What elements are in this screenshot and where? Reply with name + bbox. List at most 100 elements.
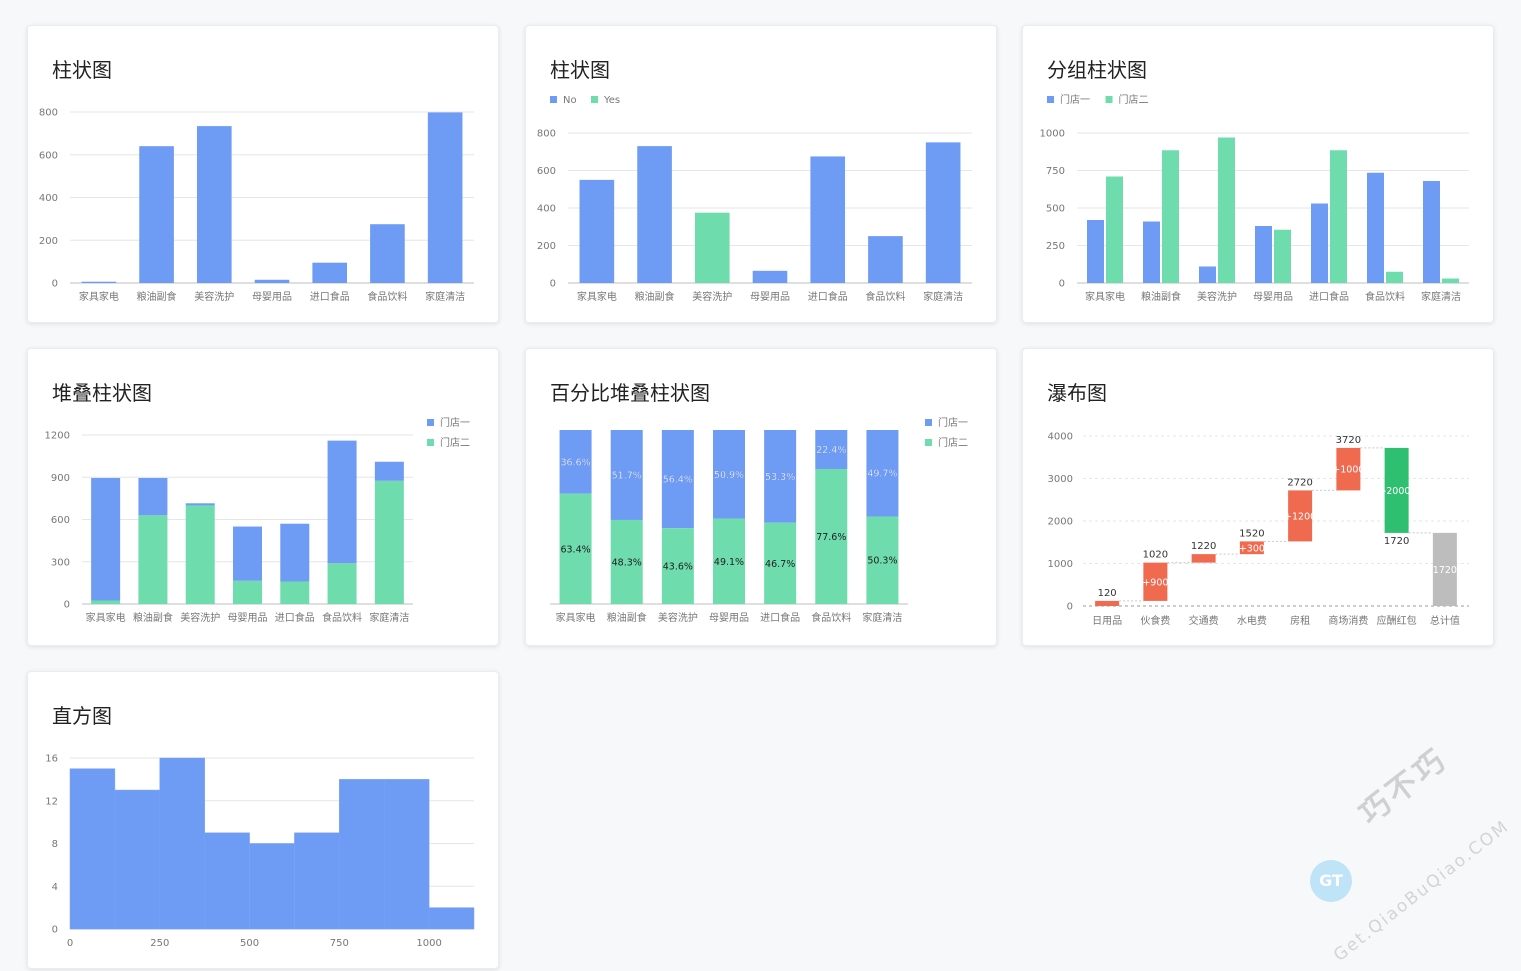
x-tick-label: 1000 — [416, 938, 441, 949]
bar — [370, 224, 405, 283]
x-tick-label: 粮油副食 — [137, 290, 177, 303]
x-tick-label: 250 — [150, 938, 169, 949]
waterfall-bar — [1095, 600, 1120, 606]
x-tick-label: 母婴用品 — [750, 291, 790, 303]
value-label: 120 — [1098, 588, 1117, 599]
x-tick-label: 美容洗护 — [658, 611, 698, 624]
data-label: 77.6% — [816, 532, 846, 543]
x-tick-label: 母婴用品 — [1253, 291, 1293, 303]
bar-segment — [280, 523, 310, 582]
x-tick-label: 进口食品 — [808, 290, 848, 303]
x-tick-label: 伙食费 — [1140, 614, 1170, 627]
bar — [1274, 229, 1291, 283]
y-tick-label: 1000 — [1040, 129, 1065, 140]
chart-card-stacked: 堆叠柱状图 门店一 门店二 0 300 600 900 1200 家具家电 粮油副食 美容洗护 母婴… — [27, 348, 499, 646]
legend-swatch — [1047, 96, 1054, 103]
delta-label: +300 — [1239, 543, 1265, 554]
bar — [1162, 150, 1179, 283]
legend-label: Yes — [603, 95, 620, 106]
value-label: 2720 — [1287, 477, 1312, 488]
data-label: 43.6% — [663, 562, 693, 573]
stacked-bar-chart: 门店一门店二 0 300 600 900 1200 家具家电 粮油副食 美容洗护 母婴用品 进口食品… — [45, 416, 470, 624]
watermark-url: Get.QiaoBuQiao.COM — [1330, 816, 1514, 966]
value-label: 3720 — [1336, 435, 1361, 446]
watermark-badge-icon: GT — [1310, 860, 1352, 902]
bar-segment — [91, 477, 121, 601]
data-label: 50.3% — [867, 556, 897, 567]
y-tick-label: 600 — [51, 515, 70, 526]
bar — [81, 281, 117, 283]
waterfall-bar — [1191, 554, 1216, 563]
x-tick-label: 母婴用品 — [252, 291, 292, 303]
y-tick-label: 0 — [1067, 602, 1073, 613]
bar — [925, 142, 961, 283]
y-tick-label: 4 — [52, 882, 58, 893]
y-tick-label: 600 — [39, 150, 58, 161]
bar — [1386, 271, 1403, 283]
bar — [1087, 220, 1104, 283]
waterfall-chart: 0 1000 2000 3000 4000 日用品 伙食费 交通费 水电费 房租 商场消费 应酬红包总… — [1048, 432, 1469, 627]
y-tick-label: 4000 — [1048, 432, 1073, 443]
x-tick-label: 家具家电 — [556, 611, 596, 624]
histogram-bin — [294, 832, 340, 930]
x-tick-label: 0 — [67, 938, 73, 949]
legend-label: 门店二 — [440, 436, 470, 449]
legend-label: No — [563, 95, 577, 106]
legend-swatch — [427, 419, 434, 426]
x-tick-label: 总计值 — [1430, 614, 1460, 627]
x-tick-label: 粮油副食 — [1141, 290, 1181, 303]
x-tick-label: 食品饮料 — [322, 611, 362, 624]
x-tick-label: 食品饮料 — [367, 290, 407, 303]
x-tick-label: 进口食品 — [310, 290, 350, 303]
histogram-bin — [249, 843, 295, 930]
bar — [196, 126, 232, 283]
y-tick-label: 500 — [1046, 204, 1065, 215]
y-tick-label: 12 — [45, 796, 58, 807]
bar — [637, 146, 672, 283]
bar — [1423, 181, 1440, 283]
x-tick-label: 食品饮料 — [1365, 290, 1405, 303]
x-tick-label: 食品饮料 — [865, 290, 905, 303]
x-tick-label: 美容洗护 — [180, 611, 220, 624]
histogram-bin — [339, 779, 385, 930]
x-tick-label: 家庭清洁 — [1421, 290, 1461, 303]
x-tick-label: 粮油副食 — [133, 611, 173, 624]
x-tick-label: 家庭清洁 — [862, 611, 902, 624]
bar — [868, 236, 903, 283]
x-tick-label: 日用品 — [1092, 615, 1122, 627]
x-tick-label: 家具家电 — [79, 290, 119, 303]
bar-segment — [374, 480, 404, 604]
bar-segment — [233, 526, 262, 581]
grouped-bar-chart: 门店一 门店二 0 250 500 750 1000 家具家电 粮油副食 美容洗护 母婴用品 进口食品… — [1040, 93, 1469, 303]
legend-swatch — [925, 439, 932, 446]
y-tick-label: 1000 — [1048, 559, 1073, 570]
x-tick-label: 美容洗护 — [692, 290, 732, 303]
histogram-bin — [428, 907, 475, 930]
legend-swatch — [1105, 96, 1113, 103]
x-tick-label: 交通费 — [1189, 614, 1219, 627]
x-tick-label: 美容洗护 — [194, 290, 234, 303]
histogram-chart: 0 4 8 12 16 0 250 500 750 1000 — [45, 754, 475, 949]
y-tick-label: 0 — [550, 279, 556, 290]
x-tick-label: 进口食品 — [1309, 290, 1349, 303]
bar — [579, 179, 615, 283]
histogram-bin — [204, 832, 250, 930]
y-tick-label: 0 — [52, 279, 58, 290]
bar — [1311, 203, 1328, 283]
y-tick-label: 16 — [45, 754, 58, 765]
x-tick-label: 母婴用品 — [228, 612, 268, 624]
bar — [139, 146, 174, 283]
y-tick-label: 0 — [52, 925, 58, 936]
value-label: 1520 — [1239, 528, 1264, 539]
bar — [254, 279, 290, 283]
x-tick-label: 进口食品 — [275, 611, 315, 624]
x-tick-label: 水电费 — [1237, 614, 1267, 627]
x-tick-label: 家庭清洁 — [425, 290, 465, 303]
legend-swatch — [591, 96, 598, 103]
y-tick-label: 400 — [39, 193, 58, 204]
bar — [1106, 176, 1123, 283]
data-label: 51.7% — [612, 470, 642, 481]
legend-label: 门店二 — [938, 436, 968, 449]
legend-label: 门店一 — [440, 416, 470, 429]
bar-segment — [138, 515, 168, 604]
